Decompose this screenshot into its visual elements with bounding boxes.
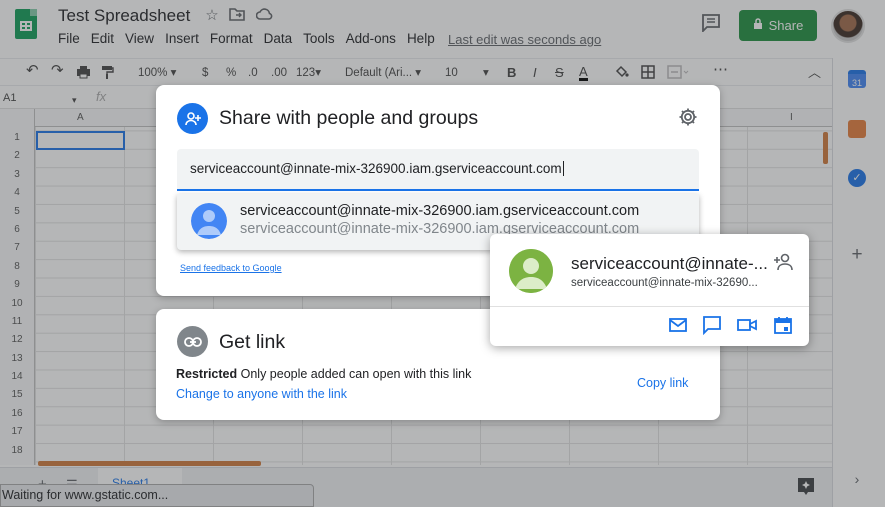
link-circle-icon [177,326,208,357]
text-caret [562,161,564,176]
add-person-circle-icon [177,103,208,134]
send-feedback-link[interactable]: Send feedback to Google [180,263,282,273]
change-access-link[interactable]: Change to anyone with the link [176,387,347,401]
email-icon[interactable] [668,315,688,335]
default-avatar-icon [191,203,227,239]
profile-email: serviceaccount@innate-mix-32690... [571,277,758,289]
profile-hover-card: serviceaccount@innate-... serviceaccount… [490,234,809,346]
video-call-icon[interactable] [737,315,757,335]
gear-icon[interactable] [678,107,698,127]
email-input-value: serviceaccount@innate-mix-326900.iam.gse… [190,161,562,176]
chat-icon[interactable] [702,315,722,336]
get-link-title: Get link [219,331,286,353]
share-dialog-title: Share with people and groups [219,107,479,129]
access-description: Restricted Only people added can open wi… [176,367,471,381]
restricted-label: Restricted [176,367,238,381]
card-divider [490,306,809,307]
profile-avatar-icon [509,249,553,293]
profile-name: serviceaccount@innate-... [571,254,768,273]
add-people-input[interactable]: serviceaccount@innate-mix-326900.iam.gse… [177,149,699,191]
copy-link-button[interactable]: Copy link [637,376,688,390]
suggestion-email: serviceaccount@innate-mix-326900.iam.gse… [240,203,640,219]
calendar-event-icon[interactable] [773,315,793,335]
add-contact-icon[interactable] [773,253,793,271]
restricted-desc: Only people added can open with this lin… [240,367,472,381]
